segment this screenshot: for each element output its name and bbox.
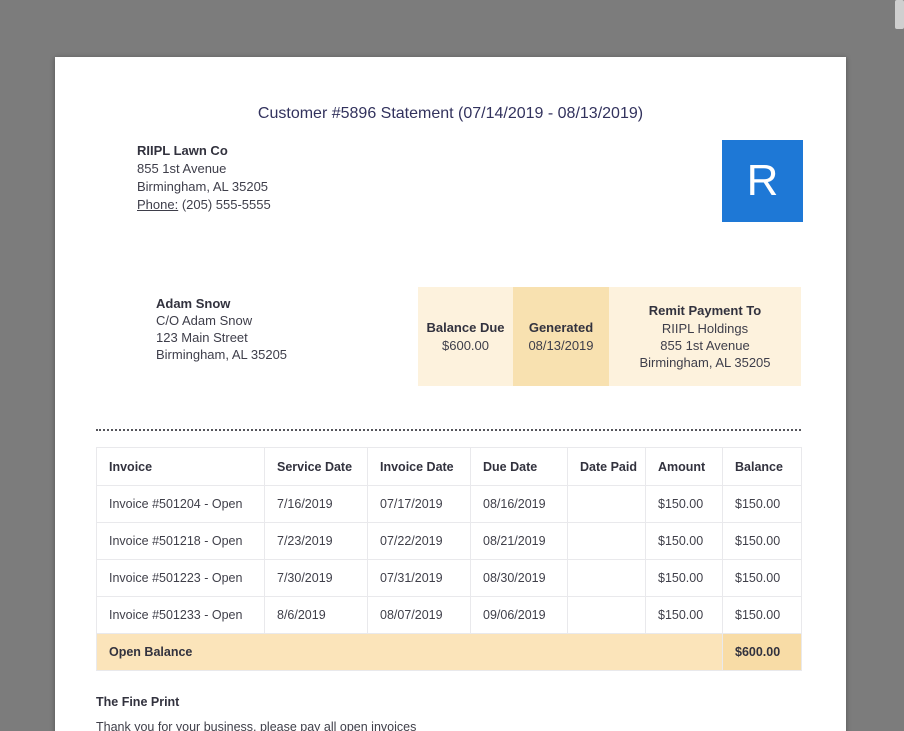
cell-invoice: Invoice #501223 - Open bbox=[96, 559, 265, 597]
table-row: Invoice #501218 - Open 7/23/2019 07/22/2… bbox=[96, 522, 802, 560]
table-row: Invoice #501204 - Open 7/16/2019 07/17/2… bbox=[96, 485, 802, 523]
phone-number: (205) 555-5555 bbox=[181, 197, 271, 212]
open-balance-label: Open Balance bbox=[96, 633, 723, 671]
cell-amount: $150.00 bbox=[645, 485, 723, 523]
cell-invoice-date: 08/07/2019 bbox=[367, 596, 471, 634]
customer-info: Adam Snow C/O Adam Snow 123 Main Street … bbox=[156, 295, 287, 363]
cell-date-paid bbox=[567, 559, 646, 597]
company-phone: Phone: (205) 555-5555 bbox=[137, 196, 271, 214]
cell-date-paid bbox=[567, 522, 646, 560]
cell-amount: $150.00 bbox=[645, 596, 723, 634]
cell-date-paid bbox=[567, 596, 646, 634]
cell-invoice-date: 07/22/2019 bbox=[367, 522, 471, 560]
remit-line1: RIIPL Holdings bbox=[661, 321, 749, 336]
header-service-date: Service Date bbox=[264, 447, 368, 486]
cell-due-date: 09/06/2019 bbox=[470, 596, 568, 634]
scrollbar-thumb[interactable] bbox=[895, 0, 904, 29]
cell-invoice-date: 07/31/2019 bbox=[367, 559, 471, 597]
statement-title: Customer #5896 Statement (07/14/2019 - 0… bbox=[257, 105, 644, 122]
customer-line2: 123 Main Street bbox=[156, 330, 248, 345]
balance-due-cell: Balance Due $600.00 bbox=[418, 287, 513, 386]
open-balance-row: Open Balance $600.00 bbox=[96, 633, 802, 671]
company-name: RIIPL Lawn Co bbox=[137, 143, 228, 158]
invoice-table: Invoice Service Date Invoice Date Due Da… bbox=[96, 447, 802, 671]
generated-cell: Generated 08/13/2019 bbox=[513, 287, 609, 386]
cell-due-date: 08/16/2019 bbox=[470, 485, 568, 523]
header-balance: Balance bbox=[722, 447, 802, 486]
fine-print-body: Thank you for your business, please pay … bbox=[96, 720, 417, 731]
cell-balance: $150.00 bbox=[722, 559, 802, 597]
remit-line2: 855 1st Avenue bbox=[660, 338, 750, 353]
cell-invoice: Invoice #501204 - Open bbox=[96, 485, 265, 523]
statement-summary: Balance Due $600.00 Generated 08/13/2019… bbox=[418, 287, 801, 386]
cell-date-paid bbox=[567, 485, 646, 523]
balance-due-label: Balance Due bbox=[426, 320, 505, 335]
cell-invoice: Invoice #501233 - Open bbox=[96, 596, 265, 634]
header-date-paid: Date Paid bbox=[567, 447, 646, 486]
header-invoice-date: Invoice Date bbox=[367, 447, 471, 486]
header-amount: Amount bbox=[645, 447, 723, 486]
cell-service-date: 7/16/2019 bbox=[264, 485, 368, 523]
cell-due-date: 08/30/2019 bbox=[470, 559, 568, 597]
table-header-row: Invoice Service Date Invoice Date Due Da… bbox=[96, 447, 802, 486]
remit-label: Remit Payment To bbox=[648, 303, 762, 318]
generated-label: Generated bbox=[528, 320, 594, 335]
generated-value: 08/13/2019 bbox=[528, 338, 594, 353]
logo-letter: R bbox=[746, 156, 779, 205]
header-due-date: Due Date bbox=[470, 447, 568, 486]
statement-page: Customer #5896 Statement (07/14/2019 - 0… bbox=[55, 57, 846, 731]
table-row: Invoice #501233 - Open 8/6/2019 08/07/20… bbox=[96, 596, 802, 634]
cell-invoice-date: 07/17/2019 bbox=[367, 485, 471, 523]
fine-print-heading: The Fine Print bbox=[96, 695, 180, 709]
phone-label: Phone: bbox=[137, 197, 179, 212]
customer-line3: Birmingham, AL 35205 bbox=[156, 347, 288, 362]
dotted-divider bbox=[96, 429, 801, 431]
company-address-line1: 855 1st Avenue bbox=[137, 161, 227, 176]
cell-balance: $150.00 bbox=[722, 522, 802, 560]
company-logo: R bbox=[722, 140, 803, 222]
customer-line1: C/O Adam Snow bbox=[156, 313, 253, 328]
cell-amount: $150.00 bbox=[645, 559, 723, 597]
cell-service-date: 7/23/2019 bbox=[264, 522, 368, 560]
cell-invoice: Invoice #501218 - Open bbox=[96, 522, 265, 560]
customer-name: Adam Snow bbox=[156, 296, 231, 311]
table-row: Invoice #501223 - Open 7/30/2019 07/31/2… bbox=[96, 559, 802, 597]
cell-balance: $150.00 bbox=[722, 596, 802, 634]
remit-line3: Birmingham, AL 35205 bbox=[639, 355, 771, 370]
company-address-line2: Birmingham, AL 35205 bbox=[137, 179, 269, 194]
cell-amount: $150.00 bbox=[645, 522, 723, 560]
open-balance-value: $600.00 bbox=[722, 633, 802, 671]
cell-service-date: 8/6/2019 bbox=[264, 596, 368, 634]
balance-due-value: $600.00 bbox=[442, 338, 489, 353]
company-info: RIIPL Lawn Co 855 1st Avenue Birmingham,… bbox=[137, 142, 271, 214]
cell-balance: $150.00 bbox=[722, 485, 802, 523]
remit-payment-cell: Remit Payment To RIIPL Holdings 855 1st … bbox=[609, 287, 801, 386]
header-invoice: Invoice bbox=[96, 447, 265, 486]
cell-due-date: 08/21/2019 bbox=[470, 522, 568, 560]
cell-service-date: 7/30/2019 bbox=[264, 559, 368, 597]
